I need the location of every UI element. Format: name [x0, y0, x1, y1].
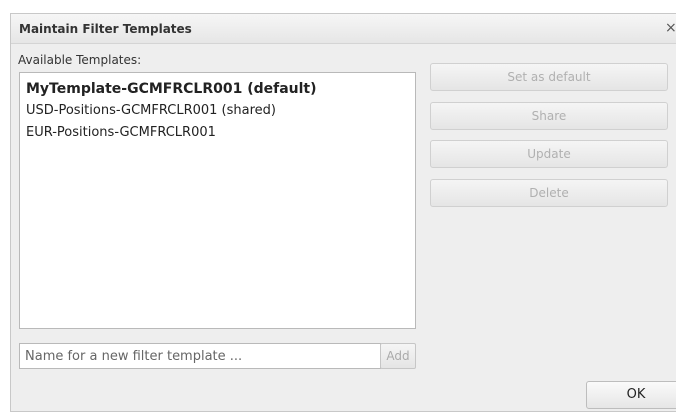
add-button[interactable]: Add [380, 343, 416, 369]
set-as-default-button[interactable]: Set as default [430, 63, 668, 91]
new-template-name-input[interactable] [19, 343, 381, 369]
delete-button[interactable]: Delete [430, 179, 668, 207]
ok-button[interactable]: OK [586, 381, 676, 409]
dialog-title: Maintain Filter Templates [19, 22, 192, 36]
list-item[interactable]: MyTemplate-GCMFRCLR001 (default) [20, 78, 415, 100]
list-item[interactable]: EUR-Positions-GCMFRCLR001 [20, 122, 415, 144]
dialog-titlebar[interactable]: Maintain Filter Templates × [11, 14, 676, 44]
available-templates-label: Available Templates: [18, 53, 142, 67]
share-button[interactable]: Share [430, 102, 668, 130]
update-button[interactable]: Update [430, 140, 668, 168]
maintain-filter-templates-dialog: Maintain Filter Templates × Available Te… [10, 13, 676, 412]
close-icon[interactable]: × [665, 21, 676, 35]
template-list[interactable]: MyTemplate-GCMFRCLR001 (default) USD-Pos… [19, 72, 416, 329]
list-item[interactable]: USD-Positions-GCMFRCLR001 (shared) [20, 100, 415, 122]
